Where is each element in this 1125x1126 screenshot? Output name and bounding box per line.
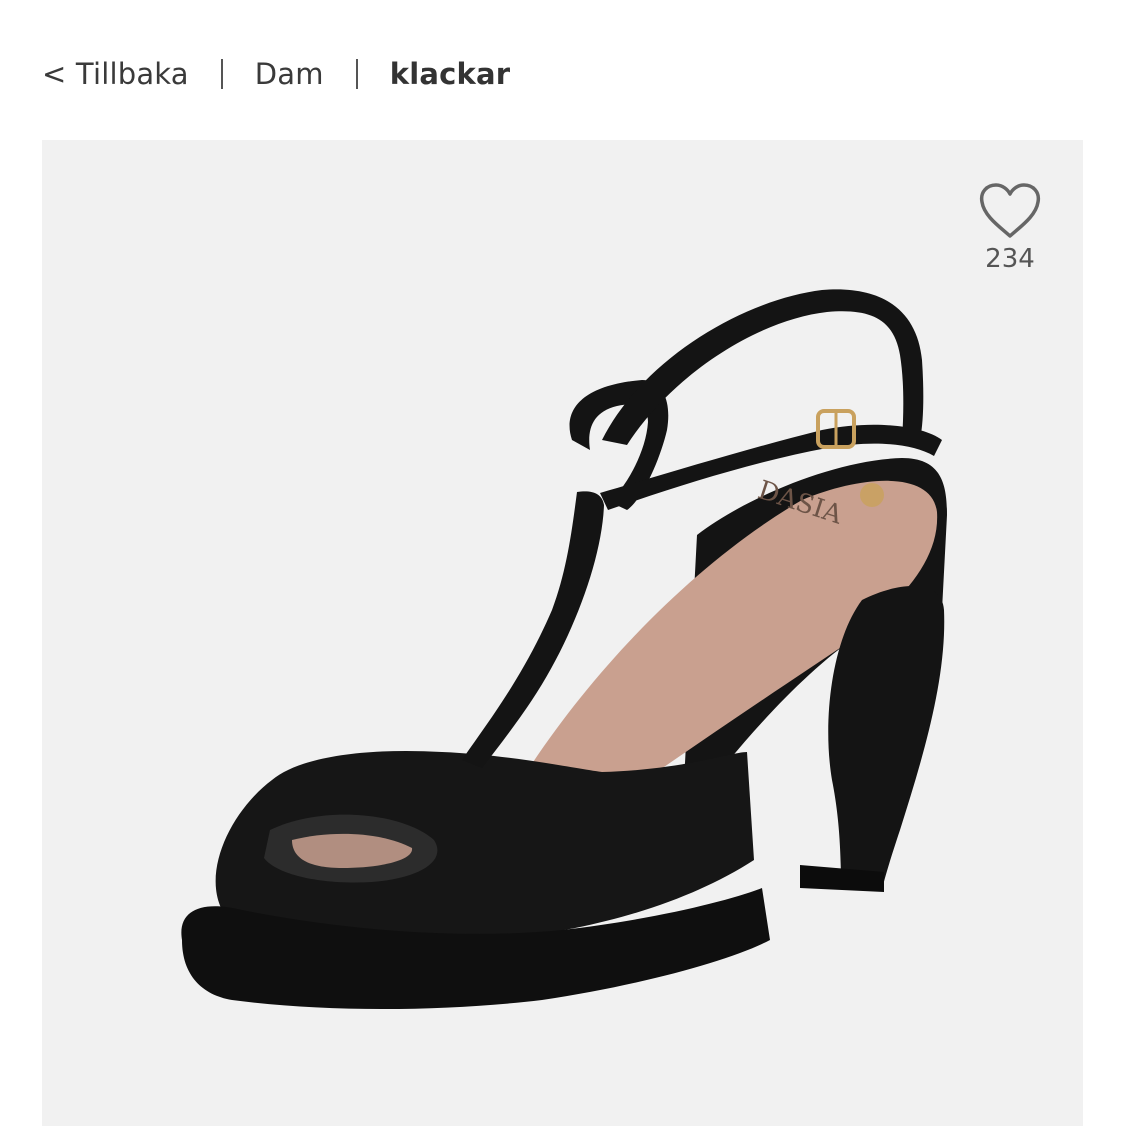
favorite-count: 234 [985, 244, 1035, 274]
product-image-gallery[interactable]: DASIA 234 [42, 140, 1083, 1126]
favorite-button[interactable]: 234 [972, 182, 1048, 274]
shoe-heel [828, 586, 945, 890]
breadcrumb-divider [220, 59, 223, 89]
breadcrumb-divider [355, 59, 358, 89]
breadcrumb: < Tillbaka Dam klackar [42, 52, 510, 96]
buckle-charm [860, 483, 884, 507]
breadcrumb-item-dam[interactable]: Dam [255, 57, 324, 91]
back-link[interactable]: < Tillbaka [42, 57, 189, 91]
heart-outline-icon [979, 183, 1041, 238]
breadcrumb-item-current: klackar [389, 57, 511, 91]
product-image: DASIA [181, 289, 947, 1009]
